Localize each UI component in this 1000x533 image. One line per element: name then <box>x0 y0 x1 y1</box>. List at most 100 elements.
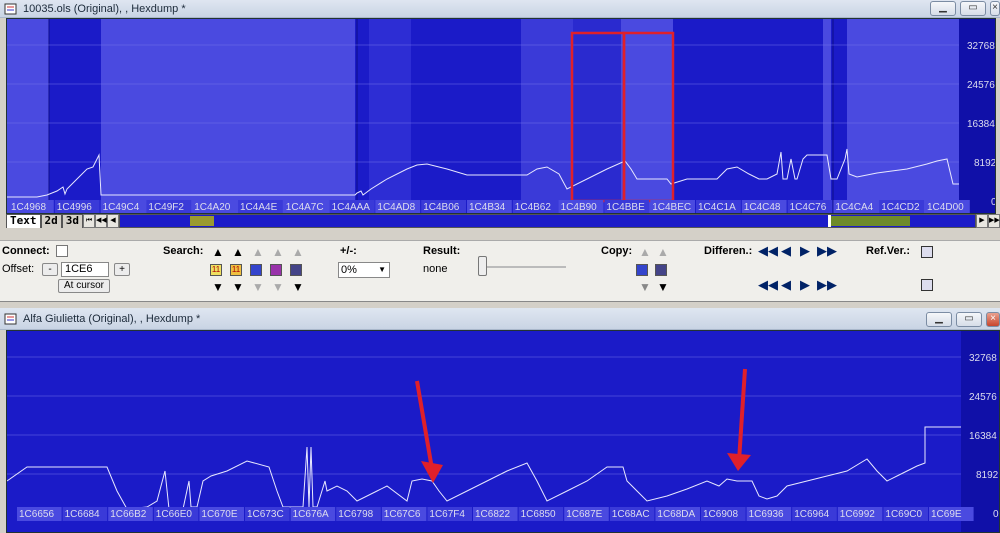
copy-up-icon[interactable]: ▲ <box>657 246 669 258</box>
bottom-window-titlebar: Alfa Giulietta (Original), , Hexdump * ▁… <box>0 308 1000 330</box>
search-map-icon[interactable] <box>270 264 282 276</box>
search-pattern-icon[interactable]: 11 <box>230 264 242 276</box>
bottom-window-title: Alfa Giulietta (Original), , Hexdump * <box>23 312 201 325</box>
band <box>847 19 959 213</box>
x-tick-label: 1C6656 <box>19 509 54 520</box>
search-map-icon[interactable] <box>250 264 262 276</box>
x-tick-label: 1C6964 <box>794 509 829 520</box>
result-slider-track[interactable] <box>480 266 566 268</box>
minimize-button[interactable]: ▁ <box>930 1 956 16</box>
y-tick-label: 24576 <box>969 392 997 403</box>
search-down-icon[interactable]: ▼ <box>292 281 304 293</box>
back-button[interactable]: ◀ <box>107 214 119 228</box>
close-button[interactable]: × <box>986 312 1000 327</box>
band <box>573 19 621 213</box>
maximize-button[interactable]: ▭ <box>956 312 982 327</box>
x-tick-label: 1C66B2 <box>110 509 147 520</box>
result-value: none <box>423 263 448 275</box>
search-up-icon[interactable]: ▲ <box>212 246 224 258</box>
band <box>621 19 673 213</box>
band <box>369 19 411 213</box>
offset-input[interactable]: 1CE6 <box>61 262 109 277</box>
top-2d-chart[interactable]: 32768 24576 16384 8192 0 1C49681C49961C4… <box>6 18 996 214</box>
offset-label: Offset: <box>2 263 35 275</box>
band <box>823 19 831 213</box>
band <box>101 19 355 213</box>
x-tick-label: 1C49C4 <box>103 202 140 213</box>
bottom-chart-svg: 32768 24576 16384 8192 0 1C6656 1C6684 1C6… <box>7 331 999 532</box>
result-slider-thumb[interactable] <box>478 256 487 276</box>
search-pattern-icon[interactable]: 11 <box>210 264 222 276</box>
copy-up-icon[interactable]: ▲ <box>639 246 651 258</box>
search-up-icon[interactable]: ▲ <box>292 246 304 258</box>
x-tick-label: 1C4B34 <box>469 202 506 213</box>
x-tick-label: 1C6850 <box>521 509 556 520</box>
horizontal-scrollbar[interactable] <box>119 214 976 228</box>
diff-last-icon[interactable]: ▶▶ <box>817 244 837 257</box>
refver-icon[interactable] <box>921 246 933 258</box>
refver-icon[interactable] <box>921 279 933 291</box>
search-grid-icon[interactable] <box>290 264 302 276</box>
x-tick-label: 1C6822 <box>475 509 510 520</box>
x-tick-label: 1C4AD8 <box>377 202 415 213</box>
copy-map-icon[interactable] <box>636 264 648 276</box>
x-tick-label: 1C4D00 <box>927 202 964 213</box>
x-tick-label: 1C66E0 <box>156 509 193 520</box>
refver-label: Ref.Ver.: <box>866 245 911 257</box>
diff-last-icon[interactable]: ▶▶ <box>817 278 837 291</box>
x-tick-label: 1C67C6 <box>384 509 421 520</box>
search-up-icon[interactable]: ▲ <box>252 246 264 258</box>
at-cursor-button[interactable]: At cursor <box>58 279 110 293</box>
fast-back-button[interactable]: ◀◀ <box>95 214 107 228</box>
search-down-icon[interactable]: ▼ <box>272 281 284 293</box>
forward-button[interactable]: ▶ <box>976 214 988 228</box>
difference-label: Differen.: <box>704 245 753 257</box>
diff-prev-icon[interactable]: ◀ <box>781 278 791 291</box>
y-tick-label: 8192 <box>974 158 996 169</box>
diff-next-icon[interactable]: ▶ <box>800 244 810 257</box>
search-down-icon[interactable]: ▼ <box>252 281 264 293</box>
x-tick-label: 1C4C1A <box>698 202 736 213</box>
chevron-down-icon: ▼ <box>378 265 386 274</box>
x-tick-label: 1C4B62 <box>515 202 552 213</box>
close-button[interactable]: × <box>990 1 1000 16</box>
search-up-icon[interactable]: ▲ <box>272 246 284 258</box>
x-tick-label: 1C69C0 <box>885 509 922 520</box>
minimize-button[interactable]: ▁ <box>926 312 952 327</box>
offset-increment-button[interactable]: + <box>114 263 130 276</box>
maximize-button[interactable]: ▭ <box>960 1 986 16</box>
search-down-icon[interactable]: ▼ <box>212 281 224 293</box>
y-tick-label: 0 <box>993 509 999 520</box>
band <box>7 19 49 213</box>
x-tick-label: 1C6936 <box>749 509 784 520</box>
x-tick-label: 1C670E <box>201 509 237 520</box>
plusminus-select[interactable]: 0% ▼ <box>338 262 390 278</box>
x-tick-label: 1C6908 <box>703 509 738 520</box>
top-window-titlebar: 10035.ols (Original), , Hexdump * ▁ ▭ × <box>0 0 1000 18</box>
plusminus-value: 0% <box>341 264 357 276</box>
scroll-thumb[interactable] <box>828 215 831 227</box>
search-down-icon[interactable]: ▼ <box>232 281 244 293</box>
diff-first-icon[interactable]: ◀◀ <box>758 244 778 257</box>
x-tick-label: 1C4B90 <box>561 202 598 213</box>
tab-2d[interactable]: 2d <box>40 214 62 228</box>
copy-down-icon[interactable]: ▼ <box>639 281 651 293</box>
tab-text[interactable]: Text <box>6 214 41 228</box>
x-tick-label: 1C4996 <box>57 202 92 213</box>
diff-next-icon[interactable]: ▶ <box>800 278 810 291</box>
bottom-2d-chart[interactable]: 32768 24576 16384 8192 0 1C6656 1C6684 1C6… <box>6 330 1000 533</box>
search-up-icon[interactable]: ▲ <box>232 246 244 258</box>
diff-first-icon[interactable]: ◀◀ <box>758 278 778 291</box>
x-tick-label: 1C68DA <box>657 509 695 520</box>
connect-checkbox[interactable] <box>56 245 68 257</box>
fast-forward-button[interactable]: ▶▶ <box>988 214 1000 228</box>
offset-decrement-button[interactable]: - <box>42 263 58 276</box>
copy-grid-icon[interactable] <box>655 264 667 276</box>
tab-3d[interactable]: 3d <box>61 214 83 228</box>
first-page-button[interactable]: ⏮ <box>83 214 95 228</box>
diff-prev-icon[interactable]: ◀ <box>781 244 791 257</box>
copy-down-icon[interactable]: ▼ <box>657 281 669 293</box>
y-tick-label: 32768 <box>967 41 995 52</box>
x-tick-label: 1C68AC <box>612 509 650 520</box>
copy-label: Copy: <box>601 245 633 257</box>
